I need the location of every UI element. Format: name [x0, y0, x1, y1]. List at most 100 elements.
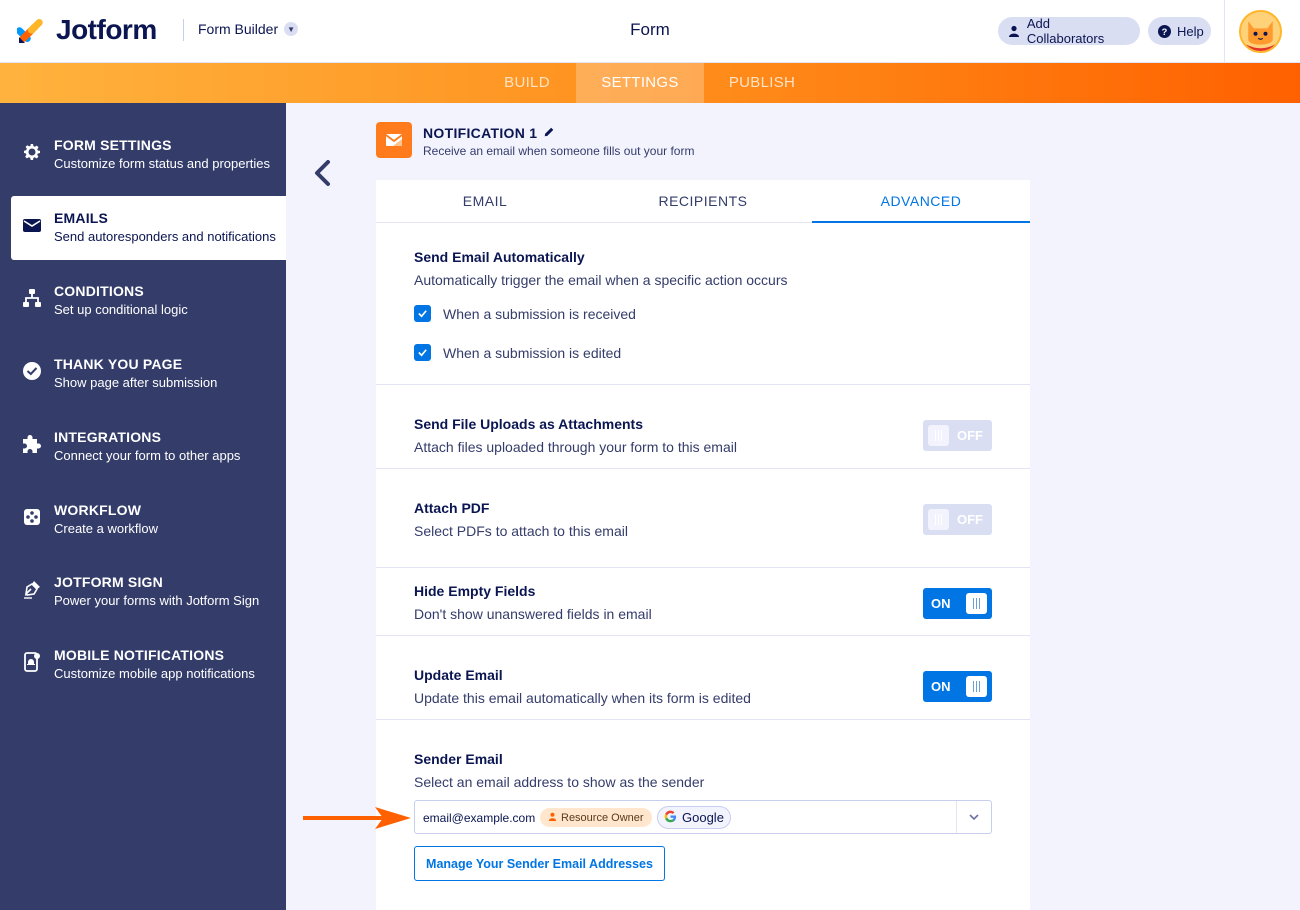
logo-text: Jotform	[56, 14, 157, 45]
sender-email-title: Sender Email	[414, 751, 503, 767]
sender-email-description: Select an email address to show as the s…	[414, 774, 705, 790]
checkbox-submission-received[interactable]: When a submission is received	[414, 305, 636, 322]
sidebar-item-subtitle: Set up conditional logic	[54, 302, 188, 317]
section-title: Send File Uploads as Attachments	[414, 416, 643, 432]
toggle-knob	[928, 425, 949, 446]
tab-settings[interactable]: SETTINGS	[576, 63, 704, 103]
toggle-knob	[966, 676, 987, 697]
sidebar-item-subtitle: Connect your form to other apps	[54, 448, 241, 463]
pencil-edit-icon[interactable]	[543, 125, 555, 141]
toggle-knob	[966, 593, 987, 614]
google-badge: Google	[657, 806, 731, 829]
envelope-icon	[22, 215, 42, 235]
toggle-state-label: ON	[931, 679, 951, 694]
sidebar-item-conditions[interactable]: CONDITIONS Set up conditional logic	[0, 269, 286, 333]
check-circle-icon	[22, 361, 42, 381]
manage-sender-emails-button[interactable]: Manage Your Sender Email Addresses	[414, 846, 665, 881]
google-label: Google	[682, 810, 724, 825]
sidebar-item-workflow[interactable]: WORKFLOW Create a workflow	[0, 488, 286, 552]
section-attach-pdf: Attach PDF Select PDFs to attach to this…	[376, 469, 1030, 568]
notification-envelope-icon	[376, 122, 412, 158]
tab-advanced[interactable]: ADVANCED	[812, 180, 1030, 223]
section-file-uploads: Send File Uploads as Attachments Attach …	[376, 385, 1030, 469]
header-divider	[183, 19, 184, 41]
section-description: Automatically trigger the email when a s…	[414, 272, 788, 288]
sidebar-item-mobile-notifications[interactable]: MOBILE NOTIFICATIONS Customize mobile ap…	[0, 633, 286, 697]
back-chevron-button[interactable]	[309, 158, 335, 188]
avatar-divider	[1224, 0, 1225, 63]
chevron-down-icon[interactable]	[967, 810, 981, 824]
attach-pdf-toggle[interactable]: OFF	[923, 504, 992, 535]
section-send-automatically: Send Email Automatically Automatically t…	[376, 224, 1030, 385]
section-hide-empty-fields: Hide Empty Fields Don't show unanswered …	[376, 568, 1030, 636]
user-avatar[interactable]	[1239, 10, 1282, 53]
tab-recipients[interactable]: RECIPIENTS	[594, 180, 812, 223]
sidebar-item-subtitle: Send autoresponders and notifications	[54, 229, 276, 244]
settings-sidebar: FORM SETTINGS Customize form status and …	[0, 103, 286, 910]
sidebar-item-subtitle: Customize form status and properties	[54, 156, 271, 171]
sidebar-item-form-settings[interactable]: FORM SETTINGS Customize form status and …	[0, 123, 286, 187]
checkbox-checked-icon[interactable]	[414, 344, 431, 361]
toggle-state-label: ON	[931, 596, 951, 611]
sidebar-item-title: MOBILE NOTIFICATIONS	[54, 647, 225, 663]
sidebar-item-title: EMAILS	[54, 210, 109, 226]
sidebar-item-emails[interactable]: EMAILS Send autoresponders and notificat…	[11, 196, 286, 260]
notification-title: NOTIFICATION 1	[423, 125, 555, 141]
arrow-pointer-icon	[303, 805, 413, 831]
sidebar-item-subtitle: Customize mobile app notifications	[54, 666, 255, 681]
form-builder-dropdown[interactable]: Form Builder ▼	[198, 21, 299, 37]
sidebar-item-jotform-sign[interactable]: JOTFORM SIGN Power your forms with Jotfo…	[0, 560, 286, 624]
help-button[interactable]: ? Help	[1148, 17, 1211, 45]
section-description: Attach files uploaded through your form …	[414, 439, 737, 455]
checkbox-submission-edited[interactable]: When a submission is edited	[414, 344, 621, 361]
toggle-knob	[928, 509, 949, 530]
notification-subtitle: Receive an email when someone fills out …	[423, 144, 695, 158]
jotform-logo[interactable]: Jotform	[17, 14, 157, 46]
section-update-email: Update Email Update this email automatic…	[376, 636, 1030, 720]
update-email-toggle[interactable]: ON	[923, 671, 992, 702]
toggle-state-label: OFF	[957, 428, 983, 443]
sidebar-item-title: JOTFORM SIGN	[54, 574, 163, 590]
tab-email[interactable]: EMAIL	[376, 180, 594, 223]
sidebar-item-title: WORKFLOW	[54, 502, 142, 518]
panel-tabs: EMAIL RECIPIENTS ADVANCED	[376, 180, 1030, 223]
sidebar-item-title: THANK YOU PAGE	[54, 356, 183, 372]
workflow-icon	[22, 507, 42, 527]
sender-email-select[interactable]: email@example.com Resource Owner Google	[414, 800, 992, 834]
advanced-settings-panel: EMAIL RECIPIENTS ADVANCED Send Email Aut…	[376, 180, 1030, 910]
resource-owner-label: Resource Owner	[561, 811, 644, 824]
svg-text:?: ?	[1162, 26, 1168, 36]
add-collaborators-button[interactable]: Add Collaborators	[998, 16, 1140, 46]
help-label: Help	[1177, 23, 1204, 39]
checkbox-checked-icon[interactable]	[414, 305, 431, 322]
user-icon	[548, 812, 557, 824]
question-circle-icon: ?	[1158, 24, 1171, 38]
user-icon	[1008, 25, 1021, 38]
sidebar-item-title: INTEGRATIONS	[54, 429, 162, 445]
sender-email-value: email@example.com	[423, 811, 536, 825]
tab-publish[interactable]: PUBLISH	[704, 63, 820, 103]
chevron-down-icon: ▼	[284, 22, 299, 36]
section-description: Don't show unanswered fields in email	[414, 606, 652, 622]
checkbox-label: When a submission is edited	[443, 344, 622, 361]
sidebar-item-subtitle: Show page after submission	[54, 375, 218, 390]
puzzle-icon	[22, 434, 42, 454]
hide-empty-fields-toggle[interactable]: ON	[923, 588, 992, 619]
jotform-logo-icon	[17, 18, 43, 43]
sidebar-item-thank-you-page[interactable]: THANK YOU PAGE Show page after submissio…	[0, 342, 286, 406]
sidebar-item-subtitle: Power your forms with Jotform Sign	[54, 593, 260, 608]
resource-owner-badge: Resource Owner	[540, 808, 652, 827]
section-description: Update this email automatically when its…	[414, 690, 751, 706]
tab-build[interactable]: BUILD	[478, 63, 576, 103]
section-title: Attach PDF	[414, 500, 490, 516]
mobile-bell-icon	[22, 652, 42, 672]
cat-avatar-icon	[1241, 12, 1280, 51]
section-title: Send Email Automatically	[414, 249, 585, 265]
sidebar-item-integrations[interactable]: INTEGRATIONS Connect your form to other …	[0, 415, 286, 479]
top-header: Jotform Form Builder ▼ Form Add Collabor…	[0, 0, 1300, 63]
section-description: Select PDFs to attach to this email	[414, 523, 628, 539]
checkbox-label: When a submission is received	[443, 305, 636, 322]
file-uploads-toggle[interactable]: OFF	[923, 420, 992, 451]
section-title: Update Email	[414, 667, 503, 683]
notification-title-text: NOTIFICATION 1	[423, 125, 538, 141]
